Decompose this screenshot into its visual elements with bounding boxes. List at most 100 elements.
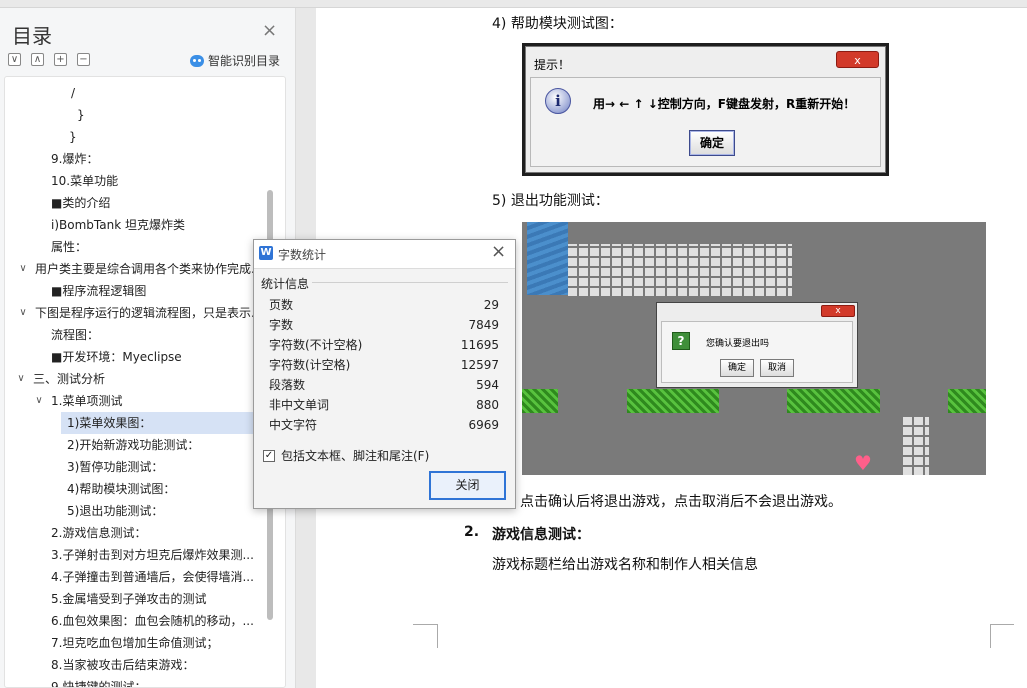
help-dialog-title: 提示！ [534,58,571,72]
question-icon: ? [672,332,690,350]
water-tile [527,222,568,295]
toc-item-label: ■开发环境：Myeclipse [51,350,182,364]
doc-section2-number: 2. [464,524,480,540]
exit-ok-button: 确定 [720,359,754,377]
toc-close-icon[interactable]: × [262,22,277,40]
toc-item[interactable]: ∨ 三、测试分析 [5,368,261,390]
expand-all-icon[interactable]: ∧ [31,53,44,66]
toc-item-label: 2.游戏信息测试： [51,526,147,540]
stat-value: 594 [476,378,499,392]
stat-value: 880 [476,398,499,412]
word-count-titlebar: W 字数统计 × [254,240,515,268]
stat-label: 页数 [269,298,294,312]
word-count-dialog: W 字数统计 × 统计信息 页数 29 字数 7849 字符数(不计空格) 11695 字符… [253,239,516,509]
toc-item[interactable]: } [5,104,261,126]
stat-row: 中文字符 6969 [269,415,499,435]
toc-item-label: 3.子弹射击到对方坦克后爆炸效果测... [51,548,254,562]
grass-tile [522,389,558,413]
toc-item-label: 流程图： [51,328,100,342]
toc-item[interactable]: ■开发环境：Myeclipse [5,346,261,368]
grass-tile [627,389,719,413]
stat-value: 29 [483,298,499,312]
include-notes-label: 包括文本框、脚注和尾注(F) [281,449,430,463]
toc-item[interactable]: 8.当家被攻击后结束游戏： [5,654,261,676]
chevron-down-icon[interactable]: ∨ [15,368,27,390]
toc-item[interactable]: / [5,82,261,104]
chevron-down-icon[interactable]: ∨ [33,390,45,412]
word-count-close-icon[interactable]: × [491,243,506,261]
stat-label: 段落数 [269,378,306,392]
toc-item-label: i)BombTank 坦克爆炸类 [51,218,185,232]
stat-row: 非中文单词 880 [269,395,499,415]
stat-row: 页数 29 [269,295,499,315]
help-dialog-body: i 用→ ← ↑ ↓控制方向，F键盘发射，R重新开始！ 确定 [530,77,881,167]
exit-dialog-window: x ? 您确认要退出吗 确定 取消 [656,302,858,388]
toc-item[interactable]: 2.游戏信息测试： [5,522,261,544]
page-corner-mark [990,624,1014,648]
toc-item-label: 3)暂停功能测试： [67,460,164,474]
stat-value: 6969 [468,418,499,432]
toc-title: 目录 [12,24,52,48]
chevron-down-icon[interactable]: ∨ [17,258,29,280]
toc-item[interactable]: ■类的介绍 [5,192,261,214]
toc-item[interactable]: 5.金属墙受到子弹攻击的测试 [5,588,261,610]
stat-label: 中文字符 [269,418,318,432]
stat-label: 字符数(不计空格) [269,338,363,352]
toc-item-label: 9.快捷键的测试： [51,680,147,688]
toc-item-label: 8.当家被攻击后结束游戏： [51,658,195,672]
toc-item[interactable]: ∨ 下图是程序运行的逻辑流程图，只是表示... [5,302,261,324]
remove-heading-icon[interactable]: − [77,53,90,66]
toc-item[interactable]: } [5,126,261,148]
toc-item[interactable]: 4.子弹撞击到普通墙后，会使得墙消... [5,566,261,588]
stat-label: 非中文单词 [269,398,330,412]
toc-item[interactable]: 流程图： [5,324,261,346]
game-screenshot-image: ♥ x ? 您确认要退出吗 确定 取消 [522,222,986,475]
toc-item[interactable]: 7.坦克吃血包增加生命值测试； [5,632,261,654]
toc-item[interactable]: ■程序流程逻辑图 [5,280,261,302]
include-notes-checkbox[interactable]: ✓ 包括文本框、脚注和尾注(F) [263,447,429,464]
toc-item-label: 2)开始新游戏功能测试： [67,438,200,452]
stats-section-label: 统计信息 [261,277,310,291]
toc-item[interactable]: 10.菜单功能 [5,170,261,192]
toc-item-label: 10.菜单功能 [51,174,119,188]
toc-item[interactable]: ∨ 用户类主要是综合调用各个类来协作完成... [5,258,261,280]
toc-item[interactable]: 属性： [5,236,261,258]
add-heading-icon[interactable]: + [54,53,67,66]
help-dialog-window: 提示！ x i 用→ ← ↑ ↓控制方向，F键盘发射，R重新开始！ 确定 [525,46,886,173]
toc-item[interactable]: 2)开始新游戏功能测试： [5,434,261,456]
toc-item[interactable]: 4)帮助模块测试图： [5,478,261,500]
help-dialog-image: 提示！ x i 用→ ← ↑ ↓控制方向，F键盘发射，R重新开始！ 确定 [522,43,889,176]
toc-item[interactable]: 3)暂停功能测试： [5,456,261,478]
word-count-body: 统计信息 页数 29 字数 7849 字符数(不计空格) 11695 字符数(计空格) 125… [254,268,515,508]
grass-tile [787,389,880,413]
toc-list: /}} 9.爆炸： 10.菜单功能 ■类的介绍 i)BombTank 坦克爆炸类 属性： ∨… [4,76,286,688]
toc-item-label: } [69,130,77,144]
word-count-close-button[interactable]: 关闭 [429,471,506,500]
toc-item-label: 1)菜单效果图： [67,416,152,430]
toc-item-label: 1.菜单项测试 [51,394,123,408]
robot-icon [190,54,204,67]
toc-item[interactable]: 1)菜单效果图： [61,412,261,434]
doc-heading-help-test: 4) 帮助模块测试图： [492,16,623,32]
wps-logo-icon: W [259,246,273,260]
toc-item[interactable]: 9.快捷键的测试： [5,676,261,688]
toc-item[interactable]: ∨ 1.菜单项测试 [5,390,261,412]
help-dialog-message: 用→ ← ↑ ↓控制方向，F键盘发射，R重新开始！ [593,97,856,111]
chevron-down-icon[interactable]: ∨ [17,302,29,324]
exit-dialog-message: 您确认要退出吗 [706,339,770,349]
info-icon: i [545,88,571,114]
toc-item[interactable]: 5)退出功能测试： [5,500,261,522]
toc-item-label: 5)退出功能测试： [67,504,164,518]
toc-item[interactable]: 9.爆炸： [5,148,261,170]
smart-toc-button[interactable]: 智能识别目录 [190,52,280,69]
exit-cancel-button: 取消 [760,359,794,377]
top-strip [0,0,1027,8]
toc-item[interactable]: i)BombTank 坦克爆炸类 [5,214,261,236]
collapse-all-icon[interactable]: ∨ [8,53,21,66]
toc-item-label: 6.血包效果图：血包会随机的移动，... [51,614,254,628]
doc-heading-exit-test: 5) 退出功能测试： [492,193,609,209]
toc-item[interactable]: 3.子弹射击到对方坦克后爆炸效果测... [5,544,261,566]
toc-item-label: 9.爆炸： [51,152,99,166]
toc-item[interactable]: 6.血包效果图：血包会随机的移动，... [5,610,261,632]
stat-row: 字符数(不计空格) 11695 [269,335,499,355]
